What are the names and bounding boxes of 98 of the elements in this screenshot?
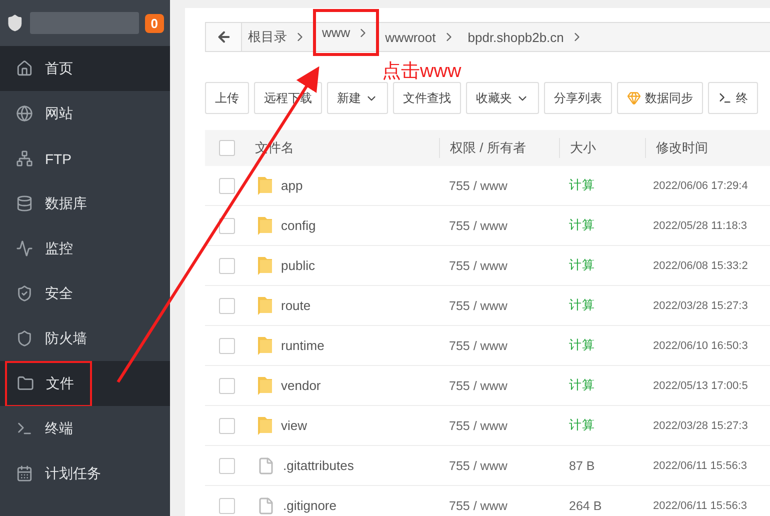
file-name: route: [281, 298, 311, 313]
sidebar-label: 监控: [45, 240, 73, 258]
permission-cell-text: 755 / www: [448, 458, 508, 472]
sidebar-label: 首页: [45, 60, 73, 78]
sidebar-label: 数据库: [45, 194, 87, 212]
network-icon: [16, 150, 33, 167]
sidebar-label: 防火墙: [45, 330, 87, 348]
logo-icon: [6, 14, 24, 32]
modified-time-cell-text: 2022/05/13 17:00:5: [652, 380, 749, 392]
size-cell-text: 264 B: [568, 498, 603, 512]
file-name-cell[interactable]: config: [245, 216, 439, 236]
terminal-icon: [718, 91, 732, 105]
column-header[interactable]: 修改时间: [645, 138, 770, 158]
database-icon: [16, 195, 33, 212]
breadcrumb-link[interactable]: www: [313, 9, 380, 56]
breadcrumb-link[interactable]: bpdr.shopb2b.cn: [462, 30, 590, 44]
annotation-text: 点击www: [382, 60, 462, 84]
file-name: vendor: [281, 378, 321, 393]
toolbar-button[interactable]: 终: [708, 82, 758, 114]
sidebar-label: 终端: [45, 420, 73, 438]
permission-cell-text: 755 / www: [448, 378, 508, 392]
file-name: .gitignore: [283, 498, 336, 513]
select-all-checkbox[interactable]: [219, 140, 235, 156]
row-checkbox[interactable]: [219, 298, 235, 314]
folder-icon: [257, 376, 273, 396]
sidebar-item[interactable]: 文件: [0, 361, 170, 406]
row-checkbox[interactable]: [219, 178, 235, 194]
globe-icon: [16, 105, 33, 122]
row-checkbox[interactable]: [219, 498, 235, 514]
toolbar-button[interactable]: 新建: [327, 82, 388, 114]
file-name: public: [281, 258, 315, 273]
modified-time-cell-text: 2022/06/11 15:56:3: [652, 460, 748, 472]
folder-icon: [257, 336, 273, 356]
modified-time-cell-text: 2022/06/11 15:56:3: [652, 500, 748, 512]
file-name-cell[interactable]: .gitattributes: [245, 456, 439, 474]
file-name-cell[interactable]: app: [245, 176, 439, 196]
file-name-cell[interactable]: public: [245, 256, 439, 276]
sidebar-label: 网站: [45, 104, 73, 122]
sidebar-item[interactable]: 首页: [0, 46, 170, 91]
shield-check-icon: [16, 285, 33, 302]
toolbar-button[interactable]: 数据同步: [617, 82, 703, 114]
row-checkbox[interactable]: [219, 258, 235, 274]
modified-time-cell-text: 2022/06/06 17:29:4: [652, 180, 749, 192]
file-name: runtime: [281, 338, 324, 353]
modified-time-cell-text: 2022/06/08 15:33:2: [652, 260, 749, 272]
breadcrumb-link[interactable]: wwwroot: [379, 30, 462, 44]
shield-icon: [16, 330, 33, 347]
folder-icon: [257, 216, 273, 236]
file-name-cell[interactable]: vendor: [245, 376, 439, 396]
size-cell-text: 87 B: [568, 458, 596, 472]
file-icon: [257, 456, 275, 474]
modified-time-cell-text: 2022/03/28 15:27:3: [652, 420, 749, 432]
row-checkbox[interactable]: [219, 338, 235, 354]
permission-cell-text: 755 / www: [448, 418, 508, 432]
permission-cell-text: 755 / www: [448, 218, 508, 232]
column-header[interactable]: 权限 / 所有者: [439, 138, 559, 158]
home-icon: [16, 60, 33, 77]
file-name-cell[interactable]: runtime: [245, 336, 439, 356]
gem-icon: [627, 91, 641, 105]
folder-icon: [257, 256, 273, 276]
permission-cell-text: 755 / www: [448, 498, 508, 512]
permission-cell-text: 755 / www: [448, 178, 508, 192]
row-checkbox[interactable]: [219, 218, 235, 234]
column-header[interactable]: 大小: [559, 138, 645, 158]
file-name: app: [281, 178, 303, 193]
breadcrumb-link[interactable]: 根目录: [242, 28, 313, 46]
file-name-cell[interactable]: .gitignore: [245, 496, 439, 514]
file-icon: [257, 496, 275, 514]
terminal-icon: [16, 420, 33, 437]
modified-time-cell-text: 2022/03/28 15:27:3: [652, 300, 749, 312]
permission-cell-text: 755 / www: [448, 258, 508, 272]
row-checkbox[interactable]: [219, 418, 235, 434]
toolbar-button[interactable]: 分享列表: [544, 82, 612, 114]
sidebar-label: 文件: [46, 374, 74, 392]
modified-time-cell-text: 2022/06/10 16:50:3: [652, 340, 749, 352]
calendar-icon: [16, 465, 33, 482]
toolbar-button[interactable]: 文件查找: [393, 82, 461, 114]
sidebar-label: 安全: [45, 284, 73, 302]
permission-cell-text: 755 / www: [448, 298, 508, 312]
folder-icon: [257, 176, 273, 196]
file-name-cell[interactable]: route: [245, 296, 439, 316]
file-name: .gitattributes: [283, 458, 354, 473]
folder-icon: [257, 296, 273, 316]
sidebar-label: 计划任务: [45, 464, 101, 482]
toolbar-button[interactable]: 上传: [205, 82, 249, 114]
sidebar-label: FTP: [45, 150, 72, 166]
row-checkbox[interactable]: [219, 378, 235, 394]
back-button[interactable]: [206, 23, 242, 51]
row-checkbox[interactable]: [219, 458, 235, 474]
modified-time-cell-text: 2022/05/28 11:18:3: [652, 220, 748, 232]
pulse-icon: [16, 240, 33, 257]
folder-icon: [257, 416, 273, 436]
file-name-cell[interactable]: view: [245, 416, 439, 436]
folder-icon: [17, 375, 34, 392]
permission-cell-text: 755 / www: [448, 338, 508, 352]
toolbar-button[interactable]: 收藏夹: [466, 82, 539, 114]
file-name: config: [281, 218, 316, 233]
file-name: view: [281, 418, 308, 433]
